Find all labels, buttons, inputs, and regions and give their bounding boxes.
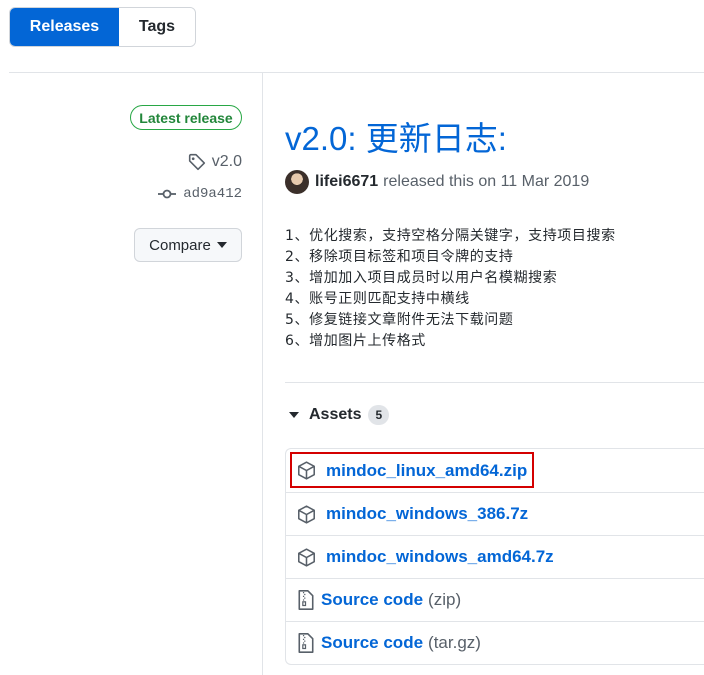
source-format: (tar.gz) bbox=[428, 633, 481, 652]
asset-link[interactable]: mindoc_windows_386.7z bbox=[326, 504, 528, 524]
git-commit-icon bbox=[157, 188, 177, 200]
release-note-line: 1、优化搜索，支持空格分隔关键字，支持项目搜索 bbox=[285, 228, 616, 244]
commit-link[interactable]: ad9a412 bbox=[157, 186, 242, 202]
package-icon bbox=[297, 504, 316, 524]
package-icon bbox=[297, 547, 316, 567]
tab-releases[interactable]: Releases bbox=[10, 8, 119, 46]
highlight-box bbox=[290, 452, 534, 488]
tag-link[interactable]: v2.0 bbox=[188, 153, 242, 171]
release-note-line: 2、移除项目标签和项目令牌的支持 bbox=[285, 249, 514, 265]
triangle-down-icon bbox=[289, 412, 299, 418]
assets-heading: Assets bbox=[309, 406, 362, 423]
release-tabs: Releases Tags bbox=[9, 7, 196, 47]
asset-row: mindoc_windows_386.7z bbox=[286, 492, 704, 535]
assets-toggle[interactable]: Assets 5 bbox=[289, 405, 390, 425]
tag-icon bbox=[188, 153, 206, 171]
asset-link[interactable]: mindoc_windows_amd64.7z bbox=[326, 547, 554, 567]
latest-release-badge: Latest release bbox=[130, 105, 242, 130]
release-note-line: 4、账号正则匹配支持中横线 bbox=[285, 291, 470, 307]
release-note-line: 3、增加加入项目成员时以用户名模糊搜索 bbox=[285, 270, 558, 286]
file-zip-icon bbox=[297, 589, 315, 611]
release-notes: 1、优化搜索，支持空格分隔关键字，支持项目搜索 2、移除项目标签和项目令牌的支持… bbox=[285, 226, 616, 352]
release-title[interactable]: v2.0: 更新日志: bbox=[285, 112, 507, 160]
file-zip-icon bbox=[297, 632, 315, 654]
asset-row: mindoc_windows_amd64.7z bbox=[286, 535, 704, 578]
released-text: released this on 11 Mar 2019 bbox=[383, 173, 590, 190]
source-format: (zip) bbox=[428, 590, 462, 609]
caret-down-icon bbox=[216, 242, 227, 248]
tag-label: v2.0 bbox=[211, 153, 242, 170]
notes-divider bbox=[285, 382, 704, 383]
source-code-link[interactable]: Source code bbox=[321, 633, 423, 653]
assets-count-badge: 5 bbox=[368, 405, 390, 425]
release-note-line: 6、增加图片上传格式 bbox=[285, 333, 426, 349]
avatar[interactable] bbox=[285, 170, 309, 194]
release-note-line: 5、修复链接文章附件无法下载问题 bbox=[285, 312, 514, 328]
commit-sha: ad9a412 bbox=[183, 186, 242, 202]
release-byline: lifei6671 released this on 11 Mar 2019 bbox=[285, 170, 589, 194]
author-link[interactable]: lifei6671 bbox=[315, 173, 378, 191]
compare-button[interactable]: Compare bbox=[134, 228, 242, 262]
source-code-link[interactable]: Source code bbox=[321, 590, 423, 610]
column-divider bbox=[262, 72, 263, 675]
source-row: Source code (tar.gz) bbox=[286, 621, 704, 664]
source-row: Source code (zip) bbox=[286, 578, 704, 621]
header-divider bbox=[9, 72, 704, 73]
compare-label: Compare bbox=[149, 236, 211, 254]
tab-tags[interactable]: Tags bbox=[119, 8, 195, 46]
